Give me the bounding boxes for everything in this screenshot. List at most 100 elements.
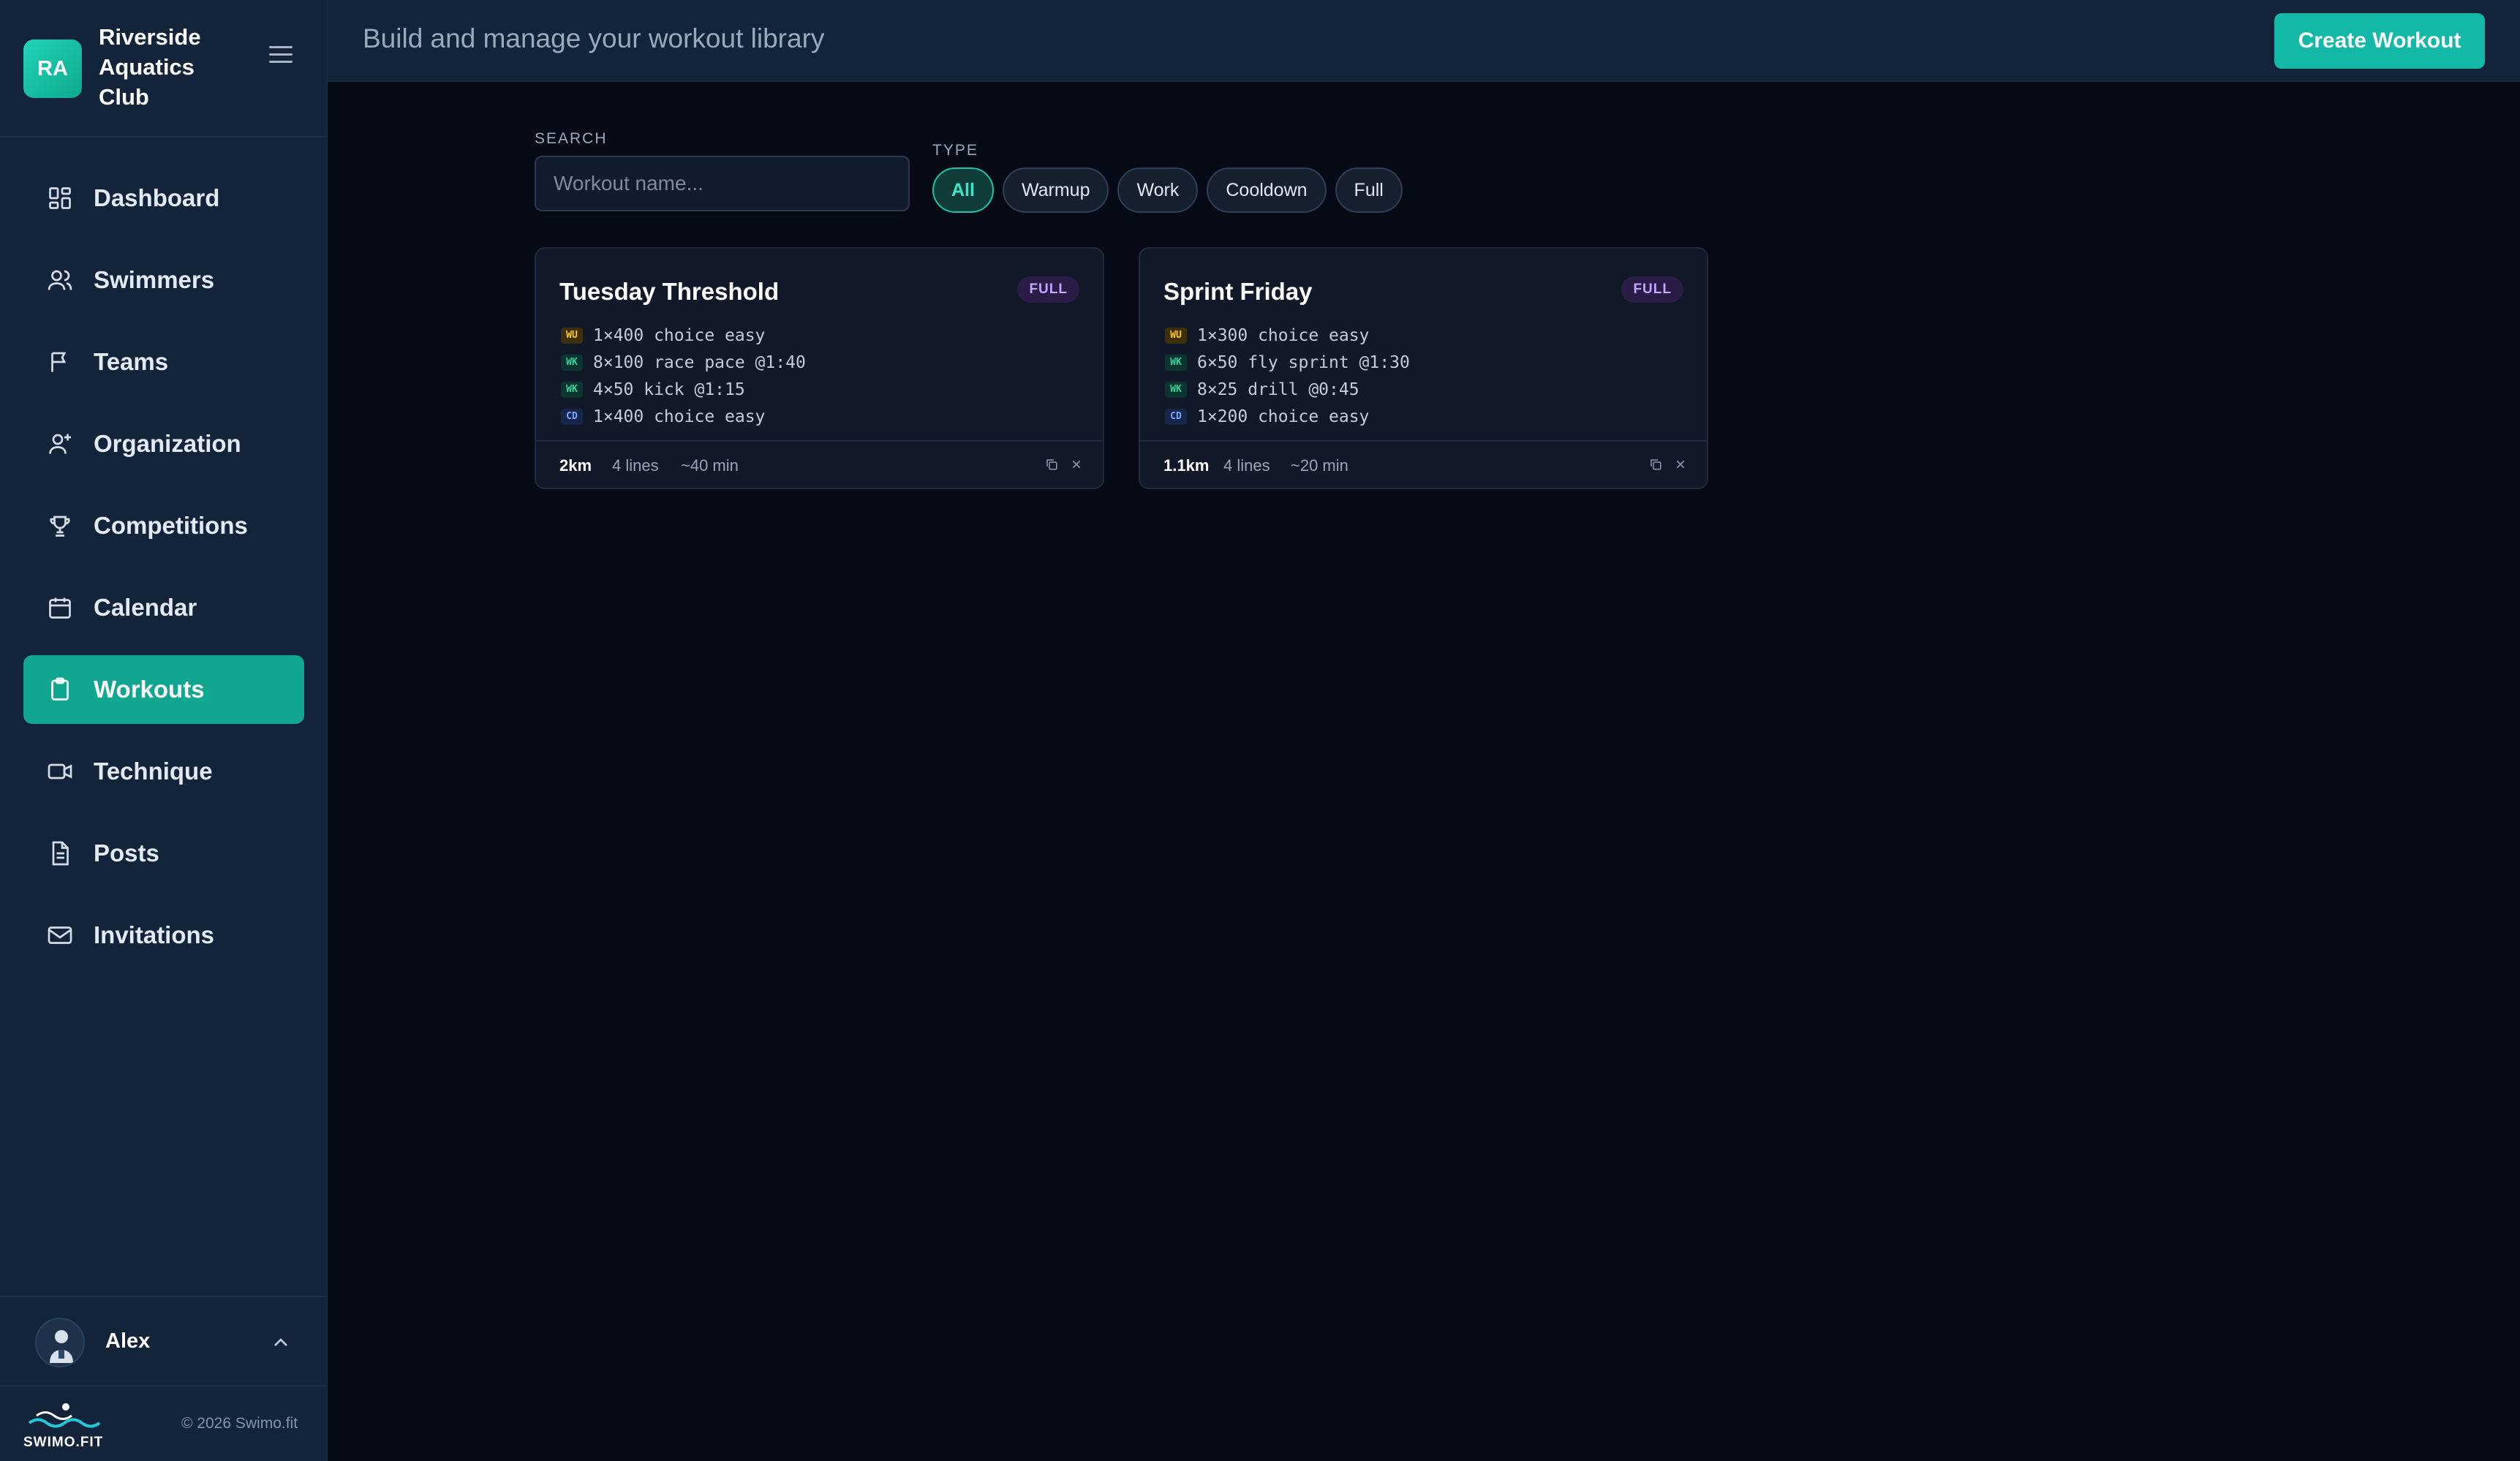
avatar-icon bbox=[50, 1330, 73, 1363]
workout-duration: ~40 min bbox=[681, 456, 739, 475]
workout-line: WK 4×50 kick @1:15 bbox=[561, 376, 806, 403]
workout-line-text: 8×100 race pace @1:40 bbox=[593, 352, 806, 372]
type-chip-warmup[interactable]: Warmup bbox=[1002, 167, 1109, 213]
workout-line: WK 6×50 fly sprint @1:30 bbox=[1165, 349, 1410, 376]
workout-lines: WU 1×300 choice easy WK 6×50 fly sprint … bbox=[1165, 322, 1410, 430]
sidebar-item-dashboard[interactable]: Dashboard bbox=[23, 164, 304, 233]
trophy-icon bbox=[45, 511, 75, 540]
avatar bbox=[35, 1318, 85, 1367]
sidebar-item-label: Technique bbox=[94, 758, 213, 785]
sidebar-item-competitions[interactable]: Competitions bbox=[23, 491, 304, 560]
hamburger-icon bbox=[269, 46, 293, 63]
sidebar-item-calendar[interactable]: Calendar bbox=[23, 573, 304, 642]
workout-distance: 1.1km bbox=[1163, 456, 1210, 475]
brand-name: Riverside Aquatics Club bbox=[99, 24, 201, 110]
work-tag: WK bbox=[1165, 354, 1187, 371]
sidebar-item-label: Competitions bbox=[94, 512, 248, 539]
sidebar-item-label: Dashboard bbox=[94, 184, 220, 211]
sidebar-item-organization[interactable]: Organization bbox=[23, 409, 304, 478]
workout-distance: 2km bbox=[559, 456, 592, 475]
workout-line: CD 1×200 choice easy bbox=[1165, 403, 1410, 430]
top-header: Build and manage your workout library Cr… bbox=[328, 0, 2520, 82]
type-chip-full[interactable]: Full bbox=[1335, 167, 1403, 213]
user-menu[interactable]: Alex bbox=[0, 1296, 328, 1386]
copyright: © 2026 Swimo.fit bbox=[181, 1415, 298, 1432]
brand-logo[interactable]: RA bbox=[23, 39, 82, 98]
workout-card[interactable]: Tuesday Threshold FULL WU 1×400 choice e… bbox=[535, 247, 1104, 489]
sidebar-item-posts[interactable]: Posts bbox=[23, 819, 304, 888]
calendar-icon bbox=[45, 593, 75, 622]
sidebar-item-label: Workouts bbox=[94, 676, 205, 703]
sidebar-item-label: Calendar bbox=[94, 594, 197, 621]
type-label: TYPE bbox=[932, 142, 978, 159]
work-tag: WK bbox=[561, 354, 583, 371]
mail-icon bbox=[45, 921, 75, 950]
create-workout-button[interactable]: Create Workout bbox=[2274, 13, 2485, 69]
workout-line: WU 1×300 choice easy bbox=[1165, 322, 1410, 349]
sidebar: RA Riverside Aquatics Club Dashboard Swi… bbox=[0, 0, 328, 1461]
workout-line: CD 1×400 choice easy bbox=[561, 403, 806, 430]
menu-toggle-button[interactable] bbox=[266, 40, 295, 69]
workout-line: WU 1×400 choice easy bbox=[561, 322, 806, 349]
workout-title: Sprint Friday bbox=[1163, 278, 1313, 305]
sidebar-item-label: Organization bbox=[94, 430, 241, 457]
workout-line-text: 1×200 choice easy bbox=[1197, 407, 1370, 426]
workout-line-text: 1×400 choice easy bbox=[593, 407, 766, 426]
workout-card-footer: 2km 4 lines ~40 min bbox=[536, 440, 1103, 489]
workout-line-text: 1×300 choice easy bbox=[1197, 325, 1370, 345]
workout-type-badge: FULL bbox=[1017, 276, 1079, 303]
duplicate-icon[interactable] bbox=[1042, 455, 1061, 474]
footer-logo-text: SWIMO.FIT bbox=[23, 1435, 104, 1450]
sidebar-item-swimmers[interactable]: Swimmers bbox=[23, 246, 304, 314]
dashboard-icon bbox=[45, 184, 75, 213]
work-tag: WK bbox=[561, 381, 583, 398]
search-input[interactable] bbox=[535, 156, 910, 211]
cooldown-tag: CD bbox=[1165, 408, 1187, 425]
workout-line-count: 4 lines bbox=[612, 456, 659, 475]
type-chip-all[interactable]: All bbox=[932, 167, 994, 213]
delete-icon[interactable] bbox=[1671, 455, 1690, 474]
users-icon bbox=[45, 265, 75, 295]
duplicate-icon[interactable] bbox=[1646, 455, 1665, 474]
workout-card[interactable]: Sprint Friday FULL WU 1×300 choice easy … bbox=[1139, 247, 1708, 489]
workout-lines: WU 1×400 choice easy WK 8×100 race pace … bbox=[561, 322, 806, 430]
sidebar-item-label: Teams bbox=[94, 348, 169, 375]
video-icon bbox=[45, 757, 75, 786]
workout-line: WK 8×100 race pace @1:40 bbox=[561, 349, 806, 376]
delete-icon[interactable] bbox=[1067, 455, 1086, 474]
warmup-tag: WU bbox=[561, 327, 583, 344]
sidebar-nav: Dashboard Swimmers Teams Organization Co… bbox=[23, 164, 304, 983]
workout-line-text: 8×25 drill @0:45 bbox=[1197, 380, 1359, 399]
brand: RA Riverside Aquatics Club bbox=[0, 0, 328, 137]
page-title: Build and manage your workout library bbox=[363, 23, 825, 53]
sidebar-item-invitations[interactable]: Invitations bbox=[23, 901, 304, 970]
sidebar-item-teams[interactable]: Teams bbox=[23, 328, 304, 396]
warmup-tag: WU bbox=[1165, 327, 1187, 344]
workout-duration: ~20 min bbox=[1291, 456, 1348, 475]
type-filter: All Warmup Work Cooldown Full bbox=[932, 167, 1411, 213]
type-chip-cooldown[interactable]: Cooldown bbox=[1207, 167, 1327, 213]
work-tag: WK bbox=[1165, 381, 1187, 398]
sidebar-item-label: Invitations bbox=[94, 921, 215, 948]
cooldown-tag: CD bbox=[561, 408, 583, 425]
user-plus-icon bbox=[45, 429, 75, 458]
type-chip-work[interactable]: Work bbox=[1117, 167, 1199, 213]
workout-line-text: 6×50 fly sprint @1:30 bbox=[1197, 352, 1410, 372]
flag-icon bbox=[45, 347, 75, 377]
sidebar-item-label: Posts bbox=[94, 839, 159, 867]
chevron-up-icon bbox=[274, 1338, 287, 1346]
search-label: SEARCH bbox=[535, 130, 608, 147]
sidebar-item-technique[interactable]: Technique bbox=[23, 737, 304, 806]
workout-title: Tuesday Threshold bbox=[559, 278, 780, 305]
workout-line: WK 8×25 drill @0:45 bbox=[1165, 376, 1410, 403]
user-name: Alex bbox=[105, 1329, 151, 1353]
sidebar-item-workouts[interactable]: Workouts bbox=[23, 655, 304, 724]
document-icon bbox=[45, 839, 75, 868]
workout-line-count: 4 lines bbox=[1223, 456, 1270, 475]
app-root: RA Riverside Aquatics Club Dashboard Swi… bbox=[0, 0, 2520, 1461]
workout-line-text: 4×50 kick @1:15 bbox=[593, 380, 745, 399]
workout-type-badge: FULL bbox=[1621, 276, 1683, 303]
workout-card-footer: 1.1km 4 lines ~20 min bbox=[1140, 440, 1707, 489]
workout-line-text: 1×400 choice easy bbox=[593, 325, 766, 345]
sidebar-item-label: Swimmers bbox=[94, 266, 215, 293]
